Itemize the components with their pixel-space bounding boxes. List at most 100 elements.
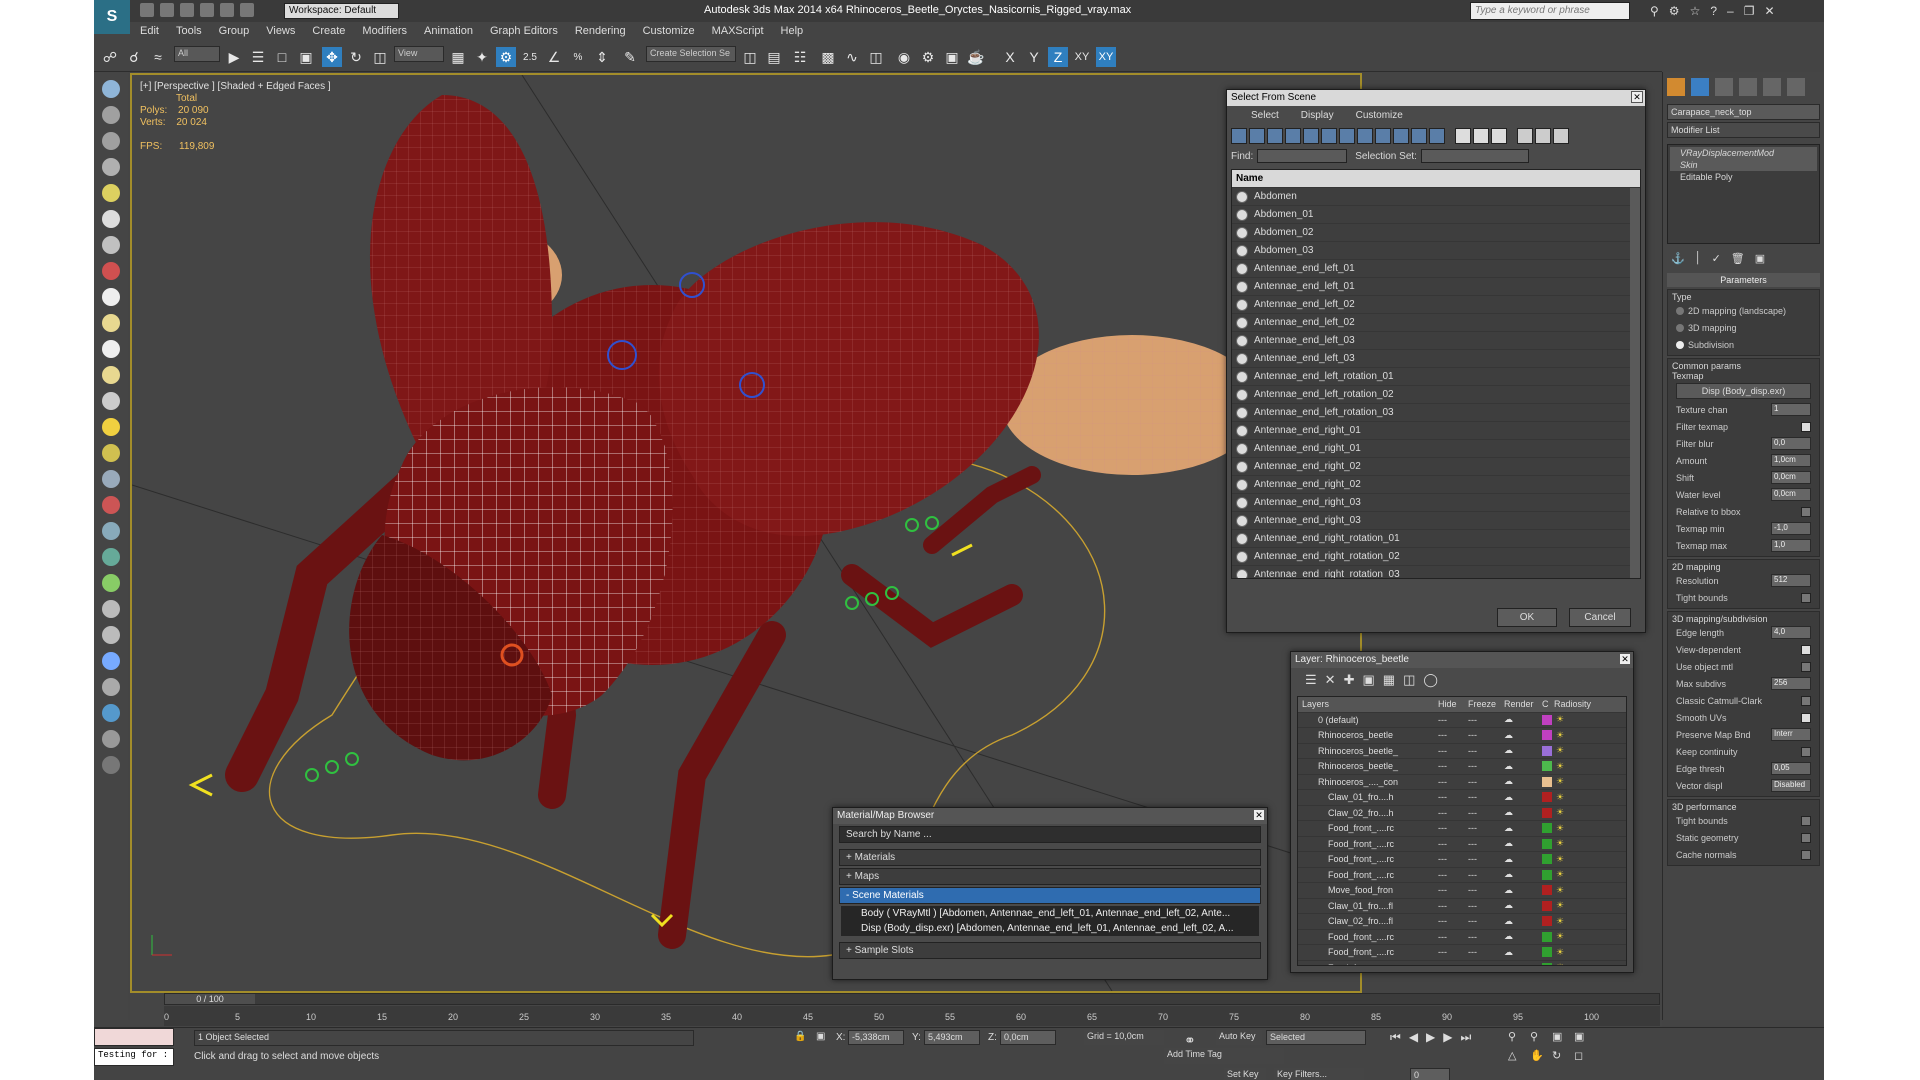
freeze-cell[interactable]: --- bbox=[1468, 746, 1504, 756]
render-teapot-icon[interactable]: ☁ bbox=[1504, 962, 1542, 965]
layer-color-swatch[interactable] bbox=[1542, 947, 1552, 958]
zoom-all-icon[interactable]: ⚲ bbox=[1530, 1030, 1546, 1043]
hide-cell[interactable]: --- bbox=[1438, 947, 1468, 957]
maps-group[interactable]: + Maps bbox=[839, 868, 1261, 885]
freeze-cell[interactable]: --- bbox=[1468, 854, 1504, 864]
freeze-all-icon[interactable]: ◯ bbox=[1423, 672, 1438, 688]
create-layer-icon[interactable]: ☰ bbox=[1305, 672, 1317, 688]
radiosity-icon[interactable]: ☀ bbox=[1556, 807, 1596, 818]
menu-edit[interactable]: Edit bbox=[140, 25, 159, 37]
list-item[interactable]: Antennae_end_right_01 bbox=[1232, 440, 1640, 458]
current-frame-field[interactable]: 0 bbox=[1410, 1068, 1450, 1080]
hide-cell[interactable]: --- bbox=[1438, 746, 1468, 756]
selection-set-dropdown[interactable] bbox=[1420, 149, 1529, 163]
layer-color-swatch[interactable] bbox=[1542, 776, 1552, 787]
menu-display[interactable]: Display bbox=[1301, 110, 1334, 121]
close-icon[interactable]: ✕ bbox=[1631, 91, 1643, 103]
list-item[interactable]: Abdomen bbox=[1232, 188, 1640, 206]
go-to-start-icon[interactable]: ⏮ bbox=[1390, 1030, 1401, 1045]
zoom-icon[interactable]: ⚲ bbox=[1508, 1030, 1524, 1043]
radiosity-icon[interactable]: ☀ bbox=[1556, 900, 1596, 911]
layer-row[interactable]: Food_front_....rc------☁☀ bbox=[1298, 961, 1626, 965]
list-item[interactable]: Antennae_end_right_rotation_03 bbox=[1232, 566, 1640, 578]
bone-filter-icon[interactable] bbox=[1375, 128, 1391, 144]
dome-icon[interactable] bbox=[102, 314, 120, 332]
material-item-disp[interactable]: Disp (Body_disp.exr) [Abdomen, Antennae_… bbox=[841, 921, 1259, 936]
render-teapot-icon[interactable]: ☁ bbox=[1504, 714, 1542, 725]
show-end-result-icon[interactable]: │ bbox=[1695, 252, 1702, 265]
object-name-field[interactable]: Carapace_neck_top bbox=[1667, 104, 1820, 120]
layer-color-swatch[interactable] bbox=[1542, 885, 1552, 896]
radiosity-icon[interactable]: ☀ bbox=[1556, 838, 1596, 849]
layer-color-swatch[interactable] bbox=[1542, 916, 1552, 927]
layer-row[interactable]: Rhinoceros_beetle --- --- ☁ ☀ bbox=[1298, 728, 1626, 744]
radio-2d-mapping[interactable] bbox=[1676, 306, 1684, 315]
hide-cell[interactable]: --- bbox=[1438, 916, 1468, 926]
align-icon[interactable]: ▤ bbox=[764, 47, 784, 67]
radiosity-icon[interactable]: ☀ bbox=[1556, 962, 1596, 965]
helper-icon[interactable] bbox=[102, 496, 120, 514]
param-input[interactable]: 0,05 bbox=[1771, 762, 1811, 775]
layer-row[interactable]: Rhinoceros_beetle_ --- --- ☁ ☀ bbox=[1298, 759, 1626, 775]
render-teapot-icon[interactable]: ☁ bbox=[1504, 776, 1542, 787]
hidden-filter-icon[interactable] bbox=[1429, 128, 1445, 144]
menu-create[interactable]: Create bbox=[312, 25, 345, 37]
redo-icon[interactable] bbox=[220, 3, 234, 17]
render-teapot-icon[interactable]: ☁ bbox=[1504, 730, 1542, 741]
open-file-icon[interactable] bbox=[160, 3, 174, 17]
param-input[interactable]: 1,0cm bbox=[1771, 454, 1811, 467]
render-teapot-icon[interactable]: ☁ bbox=[1504, 745, 1542, 756]
param-checkbox[interactable] bbox=[1801, 661, 1811, 672]
param-checkbox[interactable] bbox=[1801, 712, 1811, 723]
sphere-gold-icon[interactable] bbox=[102, 444, 120, 462]
teapot-icon[interactable] bbox=[102, 80, 120, 98]
find-input[interactable] bbox=[1257, 149, 1348, 163]
rendered-frame-window-icon[interactable]: ▣ bbox=[942, 47, 962, 67]
play-icon[interactable]: ▶ bbox=[1426, 1030, 1435, 1045]
col-color[interactable]: C bbox=[1542, 699, 1554, 709]
freeze-cell[interactable]: --- bbox=[1468, 870, 1504, 880]
walkthrough-icon[interactable] bbox=[102, 522, 120, 540]
col-hide[interactable]: Hide bbox=[1438, 699, 1468, 709]
group-filter-icon[interactable] bbox=[1339, 128, 1355, 144]
percent-snap-icon[interactable]: % bbox=[568, 47, 588, 67]
col-freeze[interactable]: Freeze bbox=[1468, 699, 1504, 709]
radiosity-icon[interactable]: ☀ bbox=[1556, 792, 1596, 803]
menu-modifiers[interactable]: Modifiers bbox=[362, 25, 407, 37]
render-teapot-icon[interactable]: ☁ bbox=[1504, 885, 1542, 896]
menu-graph-editors[interactable]: Graph Editors bbox=[490, 25, 558, 37]
spacewarp-filter-icon[interactable] bbox=[1321, 128, 1337, 144]
render-teapot-icon[interactable]: ☁ bbox=[1504, 807, 1542, 818]
configure-sets-icon[interactable]: ▣ bbox=[1755, 252, 1765, 265]
select-object-icon[interactable]: ▶ bbox=[224, 47, 244, 67]
type-option-2d[interactable]: 2D mapping (landscape) bbox=[1672, 302, 1815, 319]
layer-row[interactable]: Food_front_....rc------☁☀ bbox=[1298, 821, 1626, 837]
binoculars-icon[interactable]: ⚲ bbox=[1650, 4, 1659, 18]
delete-layer-icon[interactable]: ✕ bbox=[1325, 672, 1336, 688]
hide-cell[interactable]: --- bbox=[1438, 854, 1468, 864]
hide-cell[interactable]: --- bbox=[1438, 901, 1468, 911]
param-input[interactable]: 1 bbox=[1771, 403, 1811, 416]
hide-cell[interactable]: --- bbox=[1438, 792, 1468, 802]
type-option-3d[interactable]: 3D mapping bbox=[1672, 319, 1815, 336]
list-item[interactable]: Antennae_end_left_01 bbox=[1232, 278, 1640, 296]
unlink-icon[interactable]: ☌ bbox=[124, 47, 144, 67]
perf-static-geometry-checkbox[interactable] bbox=[1801, 832, 1811, 843]
render-teapot-icon[interactable]: ☁ bbox=[1504, 916, 1542, 927]
param-checkbox[interactable] bbox=[1801, 421, 1811, 432]
menu-group[interactable]: Group bbox=[219, 25, 250, 37]
edit-named-selection-icon[interactable]: ✎ bbox=[620, 47, 640, 67]
app-logo-icon[interactable]: S bbox=[94, 0, 130, 34]
x-coordinate-field[interactable]: -5,338cm bbox=[848, 1030, 904, 1045]
list-item[interactable]: Abdomen_02 bbox=[1232, 224, 1640, 242]
modify-tab-icon[interactable] bbox=[1691, 78, 1709, 96]
save-file-icon[interactable] bbox=[180, 3, 194, 17]
sample-slots-group[interactable]: + Sample Slots bbox=[839, 942, 1261, 959]
menu-customize[interactable]: Customize bbox=[1356, 110, 1403, 121]
container-filter-icon[interactable] bbox=[1393, 128, 1409, 144]
list-item[interactable]: Antennae_end_left_03 bbox=[1232, 350, 1640, 368]
perf-cache-normals-checkbox[interactable] bbox=[1801, 849, 1811, 860]
absolute-mode-icon[interactable]: ▣ bbox=[816, 1031, 825, 1042]
field-of-view-icon[interactable]: △ bbox=[1508, 1049, 1524, 1062]
close-icon[interactable]: ✕ bbox=[1253, 809, 1265, 821]
